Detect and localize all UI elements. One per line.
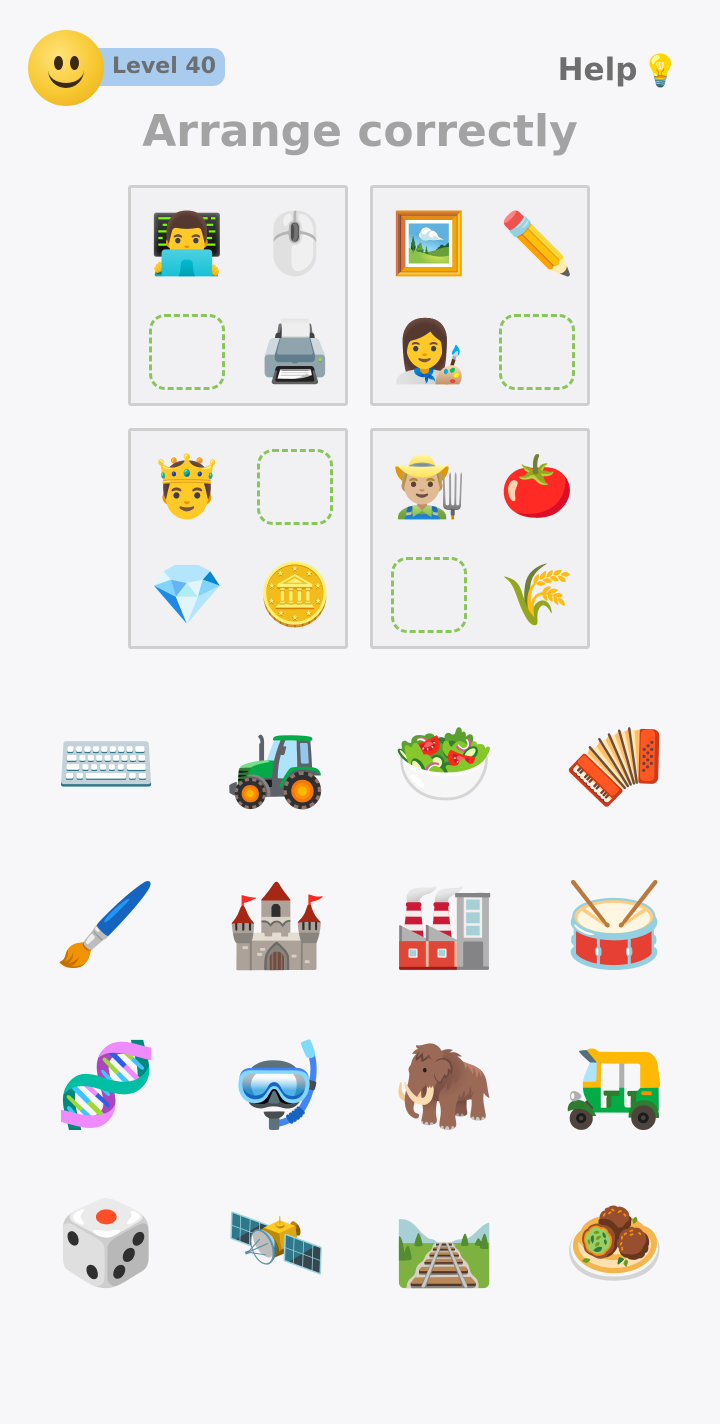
pool-emoji-icon: 🛤️ [392, 1196, 496, 1291]
panel-emoji-icon: 🤴 [149, 452, 225, 522]
draggable-emoji[interactable]: ⌨️ [46, 705, 166, 825]
draggable-emoji[interactable]: 🦣 [384, 1026, 504, 1146]
pool-emoji-icon: 🥗 [392, 717, 496, 812]
avatar-left-eye [54, 56, 63, 70]
avatar-mouth [48, 70, 84, 88]
panel-emoji-icon: 🪙 [257, 560, 333, 630]
pool-emoji-icon: 🖌️ [54, 878, 158, 973]
panel-cell[interactable] [389, 555, 469, 635]
empty-drop-slot[interactable] [149, 314, 225, 390]
pool-emoji-icon: 🛺 [562, 1038, 666, 1133]
draggable-emoji[interactable]: 🛺 [554, 1026, 674, 1146]
panel-cell: 🖱️ [255, 204, 335, 284]
panel-cell[interactable] [497, 312, 577, 392]
panel-cell: 👨‍💻 [147, 204, 227, 284]
panel-cell: 🖼️ [389, 204, 469, 284]
panel-emoji-icon: 🍅 [499, 452, 575, 522]
panel-emoji-icon: 🖨️ [257, 317, 333, 387]
panel-cell: ✏️ [497, 204, 577, 284]
draggable-emoji[interactable]: 🛤️ [384, 1184, 504, 1304]
empty-drop-slot[interactable] [391, 557, 467, 633]
draggable-emoji[interactable]: 🪗 [554, 705, 674, 825]
panel-cell[interactable] [147, 312, 227, 392]
panel-cell: 🪙 [255, 555, 335, 635]
draggable-emoji[interactable]: 🏭 [384, 866, 504, 986]
panel-emoji-icon: 👨🏼‍🌾 [391, 452, 467, 522]
pool-emoji-icon: 🧆 [562, 1196, 666, 1291]
pool-emoji-icon: 🎲 [54, 1196, 158, 1291]
level-badge: Level 40 [84, 48, 225, 86]
pool-emoji-icon: 🚜 [224, 717, 328, 812]
draggable-emoji[interactable]: 🧆 [554, 1184, 674, 1304]
category-panel: 👨‍💻 🖱️ 🖨️ [128, 185, 348, 406]
panel-emoji-icon: 🖼️ [391, 209, 467, 279]
panel-emoji-icon: ✏️ [499, 209, 575, 279]
category-panel: 🤴 💎 🪙 [128, 428, 348, 649]
player-avatar-smiley-icon [28, 30, 104, 106]
empty-drop-slot[interactable] [257, 449, 333, 525]
category-panel: 👨🏼‍🌾 🍅 🌾 [370, 428, 590, 649]
panel-emoji-icon: 👩‍🎨 [391, 317, 467, 387]
panel-cell: 🌾 [497, 555, 577, 635]
pool-emoji-icon: 🤿 [224, 1038, 328, 1133]
panel-cell[interactable] [255, 447, 335, 527]
draggable-emoji[interactable]: 🖌️ [46, 866, 166, 986]
category-panel: 🖼️ ✏️ 👩‍🎨 [370, 185, 590, 406]
page-title: Arrange correctly [142, 106, 578, 157]
pool-emoji-icon: 🦣 [392, 1038, 496, 1133]
draggable-emoji[interactable]: 🥁 [554, 866, 674, 986]
panel-cell: 👩‍🎨 [389, 312, 469, 392]
draggable-emoji[interactable]: 🥗 [384, 705, 504, 825]
pool-emoji-icon: 🏰 [224, 878, 328, 973]
level-label: Level 40 [112, 54, 217, 79]
pool-emoji-icon: 🪗 [562, 717, 666, 812]
panel-cell: 👨🏼‍🌾 [389, 447, 469, 527]
top-bar: Level 40 Help 💡 [0, 0, 720, 110]
pool-emoji-icon: 🛰️ [224, 1196, 328, 1291]
panel-emoji-icon: 🖱️ [257, 209, 333, 279]
pool-emoji-icon: ⌨️ [54, 717, 158, 812]
help-button[interactable]: Help 💡 [558, 46, 680, 94]
draggable-emoji[interactable]: 🤿 [216, 1026, 336, 1146]
draggable-emoji[interactable]: 🛰️ [216, 1184, 336, 1304]
lightbulb-icon: 💡 [641, 52, 680, 89]
panel-emoji-icon: 👨‍💻 [149, 209, 225, 279]
panel-cell: 🍅 [497, 447, 577, 527]
draggable-emoji[interactable]: 🚜 [216, 705, 336, 825]
panel-emoji-icon: 🌾 [499, 560, 575, 630]
help-label: Help [557, 52, 638, 88]
panel-emoji-icon: 💎 [149, 560, 225, 630]
draggable-emoji[interactable]: 🧬 [46, 1026, 166, 1146]
avatar-right-eye [70, 56, 79, 70]
pool-emoji-icon: 🥁 [562, 878, 666, 973]
pool-emoji-icon: 🏭 [392, 878, 496, 973]
empty-drop-slot[interactable] [499, 314, 575, 390]
panel-cell: 💎 [147, 555, 227, 635]
pool-emoji-icon: 🧬 [54, 1038, 158, 1133]
draggable-emoji[interactable]: 🎲 [46, 1184, 166, 1304]
panel-cell: 🤴 [147, 447, 227, 527]
draggable-emoji[interactable]: 🏰 [216, 866, 336, 986]
panel-cell: 🖨️ [255, 312, 335, 392]
